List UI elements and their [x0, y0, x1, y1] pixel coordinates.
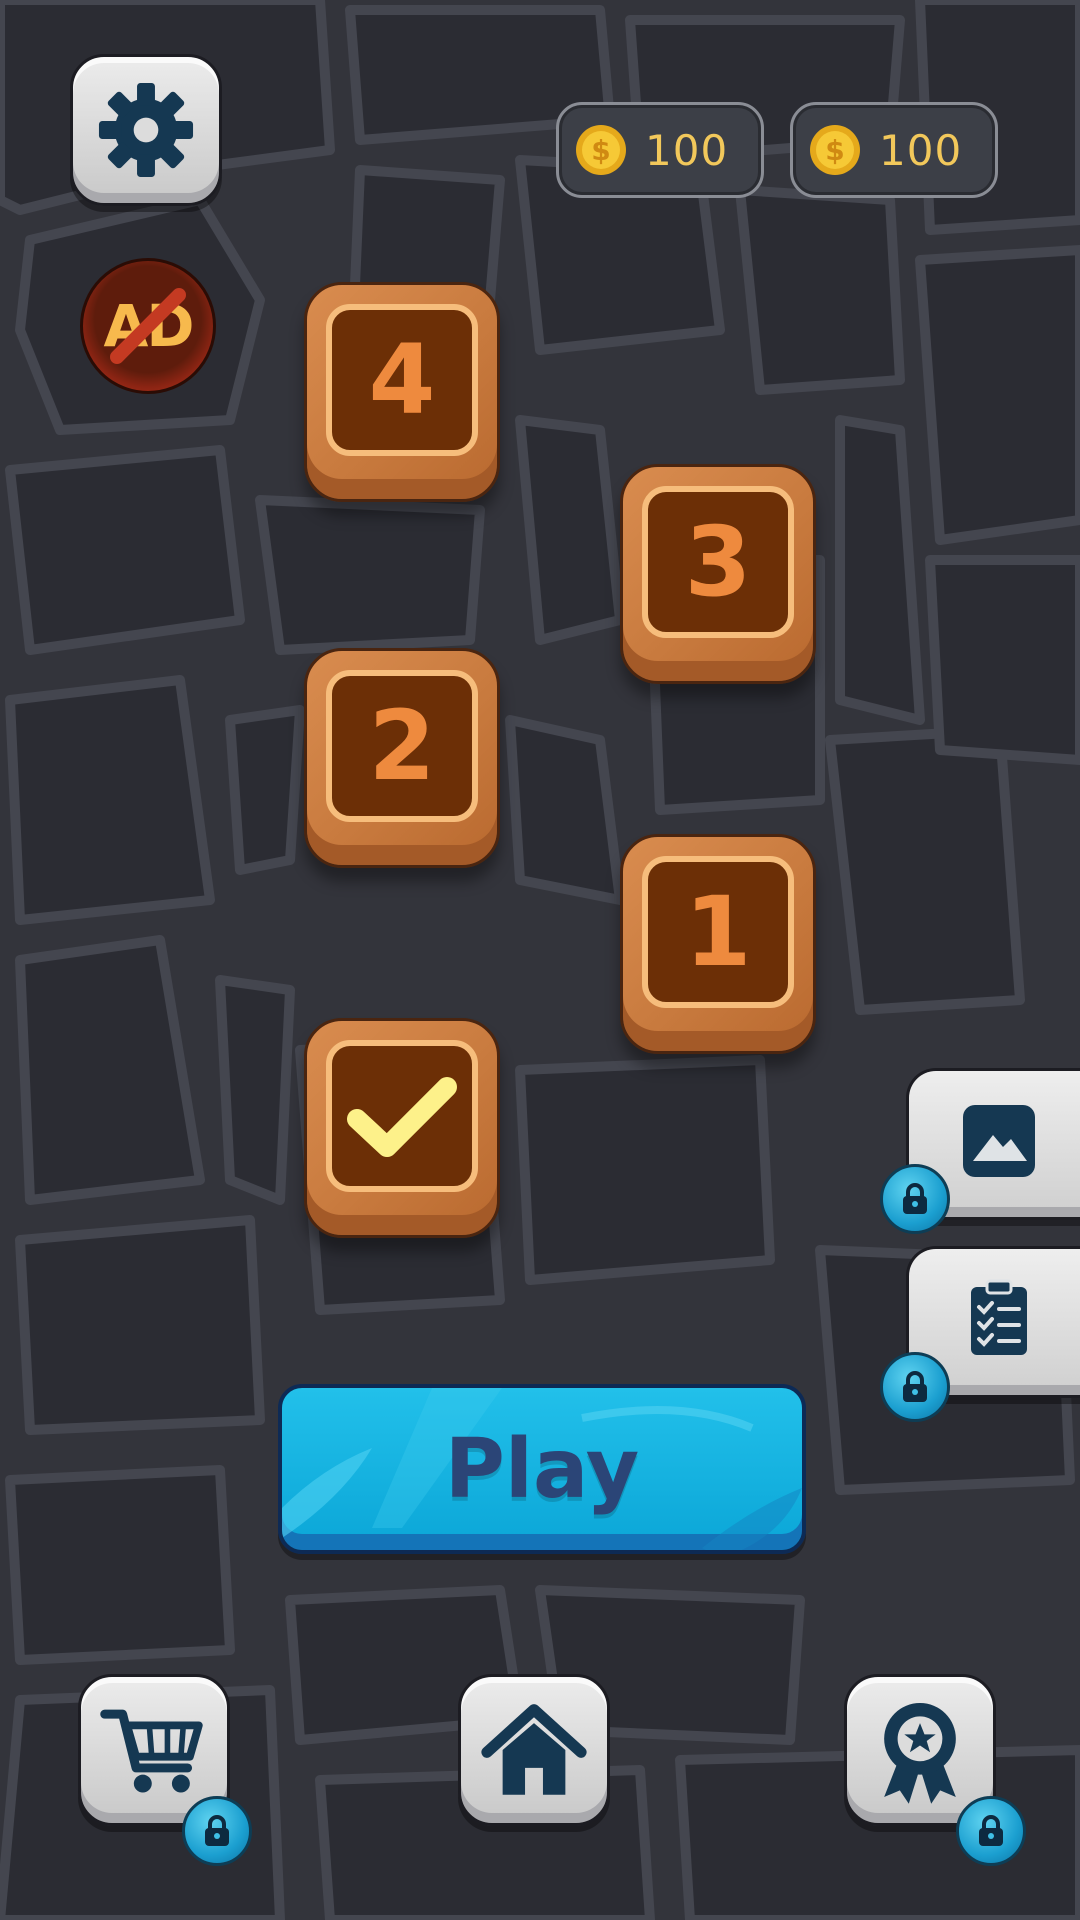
coin-counter[interactable]: $ 100 [790, 102, 998, 198]
coin-count: 100 [645, 125, 729, 175]
tile-inner: 1 [642, 856, 794, 1008]
level-number: 4 [368, 324, 436, 436]
lock-icon [205, 1815, 229, 1846]
dollar-coin-icon: $ [810, 125, 860, 175]
strike-through-icon [110, 288, 186, 364]
tile-inner: 4 [326, 304, 478, 456]
level-number: 2 [368, 690, 436, 802]
tile-inner [326, 1040, 478, 1192]
checklist-icon [971, 1279, 1027, 1355]
checkmark-icon [347, 1077, 457, 1157]
tile-inner: 2 [326, 670, 478, 822]
home-button[interactable] [458, 1674, 610, 1826]
settings-button[interactable] [70, 54, 222, 206]
level-tile-4[interactable]: 4 [304, 282, 500, 502]
lock-icon [979, 1815, 1003, 1846]
svg-text:$: $ [825, 134, 844, 167]
dollar-coin-icon: $ [576, 125, 626, 175]
play-button[interactable]: Play [278, 1384, 806, 1554]
level-number: 1 [684, 876, 752, 988]
level-tile-3[interactable]: 3 [620, 464, 816, 684]
gear-icon [98, 82, 194, 178]
lock-icon [903, 1371, 927, 1402]
lock-badge [956, 1796, 1026, 1866]
lock-badge [880, 1352, 950, 1422]
lock-badge [880, 1164, 950, 1234]
picture-icon [963, 1105, 1035, 1177]
level-tile-2[interactable]: 2 [304, 648, 500, 868]
lock-icon [903, 1183, 927, 1214]
svg-text:$: $ [591, 134, 610, 167]
award-ribbon-icon [884, 1702, 956, 1804]
remove-ads-button[interactable]: AD [80, 258, 216, 394]
coin-count: 100 [879, 125, 963, 175]
tile-inner: 3 [642, 486, 794, 638]
level-tile-completed[interactable] [304, 1018, 500, 1238]
play-label: Play [444, 1421, 640, 1517]
level-tile-1[interactable]: 1 [620, 834, 816, 1054]
level-number: 3 [684, 506, 752, 618]
coin-counter[interactable]: $ 100 [556, 102, 764, 198]
lock-badge [182, 1796, 252, 1866]
home-icon [481, 1704, 587, 1795]
shopping-cart-icon [100, 1709, 203, 1793]
